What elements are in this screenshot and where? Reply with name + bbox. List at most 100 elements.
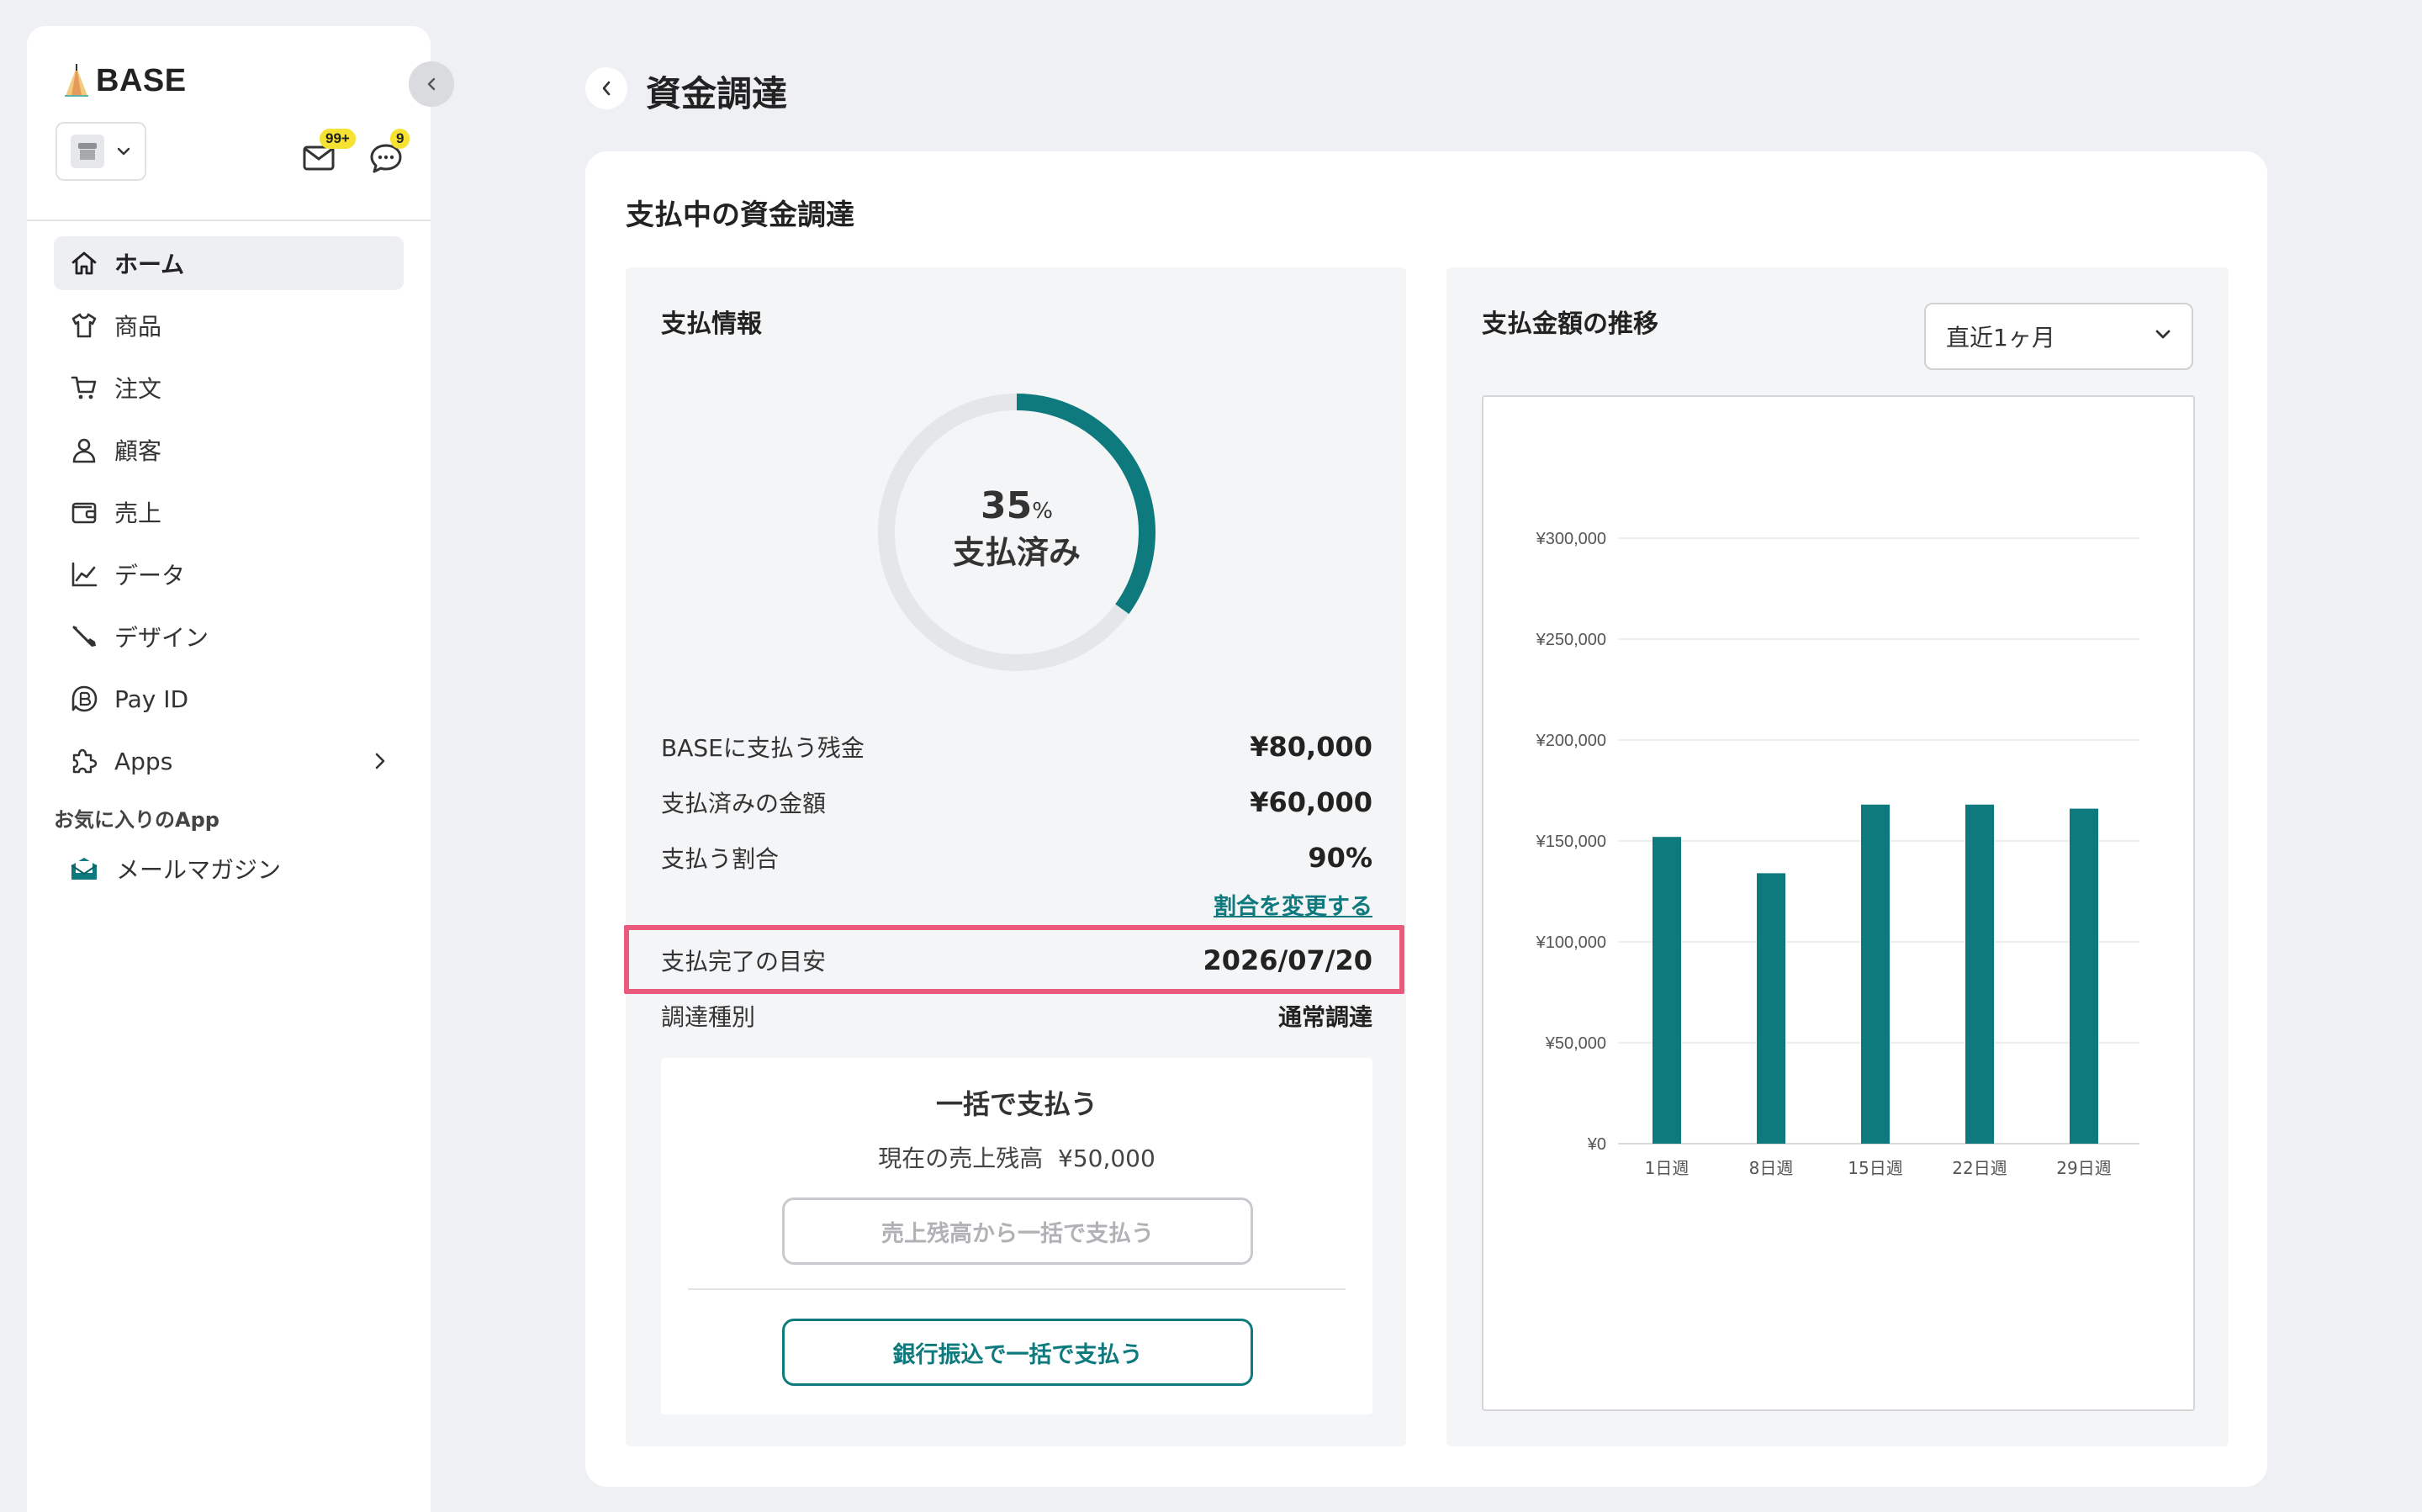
wallet-icon (67, 495, 101, 529)
card-title: 支払中の資金調達 (626, 198, 854, 232)
sidebar-item-apps[interactable]: Apps (54, 734, 404, 788)
info-key: 支払完了の目安 (661, 948, 827, 975)
sidebar-item-design[interactable]: デザイン (54, 610, 404, 663)
progress-center: 35% 支払済み (870, 486, 1164, 574)
sidebar-item-home[interactable]: ホーム (54, 236, 404, 290)
mail-badge: 99+ (320, 129, 356, 149)
sidebar-item-label: 顧客 (114, 437, 162, 465)
chevron-right-icon (375, 753, 385, 769)
info-value: ¥80,000 (1250, 731, 1372, 763)
page-title: 資金調達 (646, 73, 788, 114)
puzzle-icon (67, 744, 101, 778)
chevron-down-icon (2155, 330, 2171, 339)
info-value: 通常調達 (1277, 1003, 1372, 1031)
mail-magazine-icon (67, 852, 101, 886)
sidebar-item-sales[interactable]: 売上 (54, 485, 404, 539)
shirt-icon (67, 309, 101, 342)
info-value: ¥60,000 (1250, 786, 1372, 818)
info-value: 90% (1308, 842, 1372, 874)
tent-logo-icon (65, 64, 88, 97)
store-switcher[interactable] (56, 122, 146, 181)
info-key: BASEに支払う残金 (661, 734, 865, 762)
sidebar-item-customers[interactable]: 顧客 (54, 423, 404, 477)
range-selected-value: 直近1ヶ月 (1946, 324, 2055, 352)
sidebar-item-products[interactable]: 商品 (54, 299, 404, 352)
x-tick-label: 29日週 (2056, 1158, 2111, 1178)
chevron-down-icon (117, 147, 130, 156)
pay-id-icon (67, 682, 101, 716)
financing-card: 支払中の資金調達 支払情報 35% 支払済み BASEに支払う残金 ¥80,00… (585, 151, 2267, 1487)
sidebar-item-label: 商品 (114, 313, 162, 341)
collapse-sidebar-button[interactable] (409, 61, 454, 107)
completion-date: 2026/07/20 (1203, 944, 1373, 976)
sidebar-item-label: 注文 (114, 375, 162, 403)
person-icon (67, 433, 101, 467)
pay-by-bank-transfer-button[interactable]: 銀行振込で一括で支払う (782, 1319, 1253, 1386)
progress-label: 支払済み (952, 534, 1081, 571)
brush-icon (67, 620, 101, 653)
chart-line-icon (67, 558, 101, 591)
payment-info-panel: 支払情報 35% 支払済み BASEに支払う残金 ¥80,000 支払済みの金額… (624, 267, 1406, 1446)
pay-from-balance-button[interactable]: 売上残高から一括で支払う (782, 1197, 1253, 1265)
brand-name: BASE (96, 62, 187, 98)
y-tick-label: ¥100,000 (1536, 933, 1606, 952)
bar[interactable] (1653, 837, 1681, 1144)
sidebar-item-orders[interactable]: 注文 (54, 361, 404, 415)
chart-canvas: ¥0 ¥50,000 ¥100,000 ¥150,000 ¥200,000 ¥250,00… (1536, 530, 2139, 1178)
y-tick-label: ¥150,000 (1536, 833, 1606, 851)
bar[interactable] (1757, 873, 1785, 1144)
chevron-left-icon (427, 77, 436, 91)
mail-notification-button[interactable]: 99+ (301, 129, 356, 176)
info-row-remaining: BASEに支払う残金 ¥80,000 (661, 727, 1372, 767)
sidebar-item-label: データ (114, 562, 186, 589)
sidebar-item-label: Pay ID (114, 685, 189, 713)
sidebar: BASE 99+ 9 ホーム 商品 注文 顧客 売上 データ デザイン Pay … (27, 26, 454, 1512)
sidebar-divider (27, 219, 431, 221)
lump-sum-title: 一括で支払う (935, 1088, 1097, 1120)
range-select[interactable]: 直近1ヶ月 (1924, 303, 2193, 370)
favorite-item-mail-magazine[interactable]: メールマガジン (67, 852, 281, 886)
current-balance: 現在の売上残高 ¥50,000 (878, 1145, 1155, 1172)
back-button[interactable] (585, 67, 627, 109)
sidebar-item-label: ホーム (114, 251, 185, 278)
payment-trend-panel: 支払金額の推移 直近1ヶ月 ¥0 ¥50,000 ¥100,000 ¥150,000 ¥… (1446, 267, 2229, 1446)
info-key: 支払済みの金額 (661, 790, 827, 817)
payment-trend-title: 支払金額の推移 (1482, 309, 1658, 339)
y-tick-label: ¥250,000 (1536, 631, 1606, 649)
bar[interactable] (2070, 808, 2098, 1144)
bar[interactable] (1965, 804, 1994, 1144)
info-key: 支払う割合 (661, 845, 780, 873)
info-row-ratio: 支払う割合 90% (661, 838, 1372, 878)
sidebar-item-label: 売上 (114, 500, 162, 527)
home-icon (67, 246, 101, 280)
sidebar-item-pay-id[interactable]: Pay ID (54, 672, 404, 726)
bar-chart: ¥0 ¥50,000 ¥100,000 ¥150,000 ¥200,000 ¥250,00… (1482, 395, 2195, 1411)
info-row-completion: 支払完了の目安 2026/07/20 (661, 940, 1372, 981)
info-row-paid: 支払済みの金額 ¥60,000 (661, 782, 1372, 822)
info-key: 調達種別 (661, 1003, 756, 1031)
y-tick-label: ¥50,000 (1545, 1034, 1606, 1053)
change-ratio-link[interactable]: 割合を変更する (1214, 888, 1372, 921)
chat-notification-button[interactable]: 9 (368, 129, 410, 176)
bar[interactable] (1861, 804, 1890, 1144)
chevron-left-icon (602, 81, 611, 96)
sidebar-item-label: デザイン (114, 624, 209, 652)
store-icon (71, 135, 104, 168)
x-tick-label: 1日週 (1645, 1158, 1690, 1178)
y-tick-label: ¥300,000 (1536, 530, 1606, 548)
brand-logo[interactable]: BASE (62, 60, 187, 102)
x-tick-label: 8日週 (1749, 1158, 1794, 1178)
chat-badge: 9 (390, 129, 410, 149)
sidebar-item-data[interactable]: データ (54, 547, 404, 601)
progress-percent: 35% (981, 484, 1053, 527)
y-tick-label: ¥0 (1587, 1135, 1606, 1154)
x-tick-label: 22日週 (1952, 1158, 2007, 1178)
payment-info-title: 支払情報 (661, 309, 762, 339)
sidebar-nav: ホーム 商品 注文 顧客 売上 データ デザイン Pay ID Apps (54, 236, 404, 796)
cart-icon (67, 371, 101, 404)
y-tick-label: ¥200,000 (1536, 732, 1606, 750)
info-row-type: 調達種別 通常調達 (661, 996, 1372, 1036)
favorite-item-label: メールマガジン (116, 856, 282, 884)
x-tick-label: 15日週 (1848, 1158, 1902, 1178)
lump-sum-box: 一括で支払う 現在の売上残高 ¥50,000 売上残高から一括で支払う 銀行振込… (661, 1058, 1372, 1414)
